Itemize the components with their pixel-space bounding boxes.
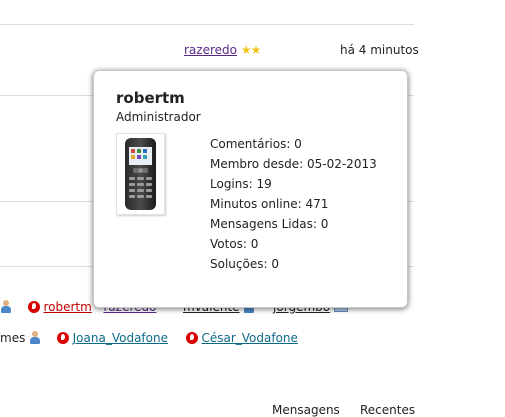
online-users-row: mes Joana_Vodafone César_Vodafone [0, 331, 298, 345]
phone-avatar-icon [125, 138, 156, 210]
vodafone-icon [185, 332, 198, 344]
profile-stats: Comentários: 0 Membro desde: 05-02-2013 … [210, 134, 377, 274]
user-link[interactable]: razeredo [184, 43, 237, 57]
stat-messages-read: Mensagens Lidas: 0 [210, 217, 329, 231]
stat-solutions: Soluções: 0 [210, 257, 279, 271]
tab-recent[interactable]: Recentes [360, 403, 415, 417]
stat-member-since: Membro desde: 05-02-2013 [210, 157, 377, 171]
vodafone-icon [56, 332, 69, 344]
user-link[interactable]: Joana_Vodafone [73, 331, 168, 345]
feed-row-author: razeredo ★★ [184, 43, 261, 57]
user-icon [29, 331, 41, 344]
divider [0, 24, 414, 25]
vodafone-icon [27, 301, 40, 313]
avatar [116, 133, 165, 215]
timestamp: há 4 minutos [340, 43, 419, 57]
stat-votes: Votos: 0 [210, 237, 259, 251]
user-profile-popup: robertm Administrador Comentários: 0 Mem… [93, 70, 408, 308]
profile-name: robertm [116, 89, 185, 107]
user-icon [0, 300, 12, 313]
stat-minutes-online: Minutos online: 471 [210, 197, 329, 211]
profile-role: Administrador [116, 110, 201, 124]
user-link-partial[interactable]: mes [0, 331, 25, 345]
stat-comments: Comentários: 0 [210, 137, 302, 151]
user-link[interactable]: robertm [43, 300, 91, 314]
user-link[interactable]: César_Vodafone [201, 331, 297, 345]
tab-messages[interactable]: Mensagens [272, 403, 340, 417]
stat-logins: Logins: 19 [210, 177, 272, 191]
star-icon: ★★ [240, 43, 261, 57]
